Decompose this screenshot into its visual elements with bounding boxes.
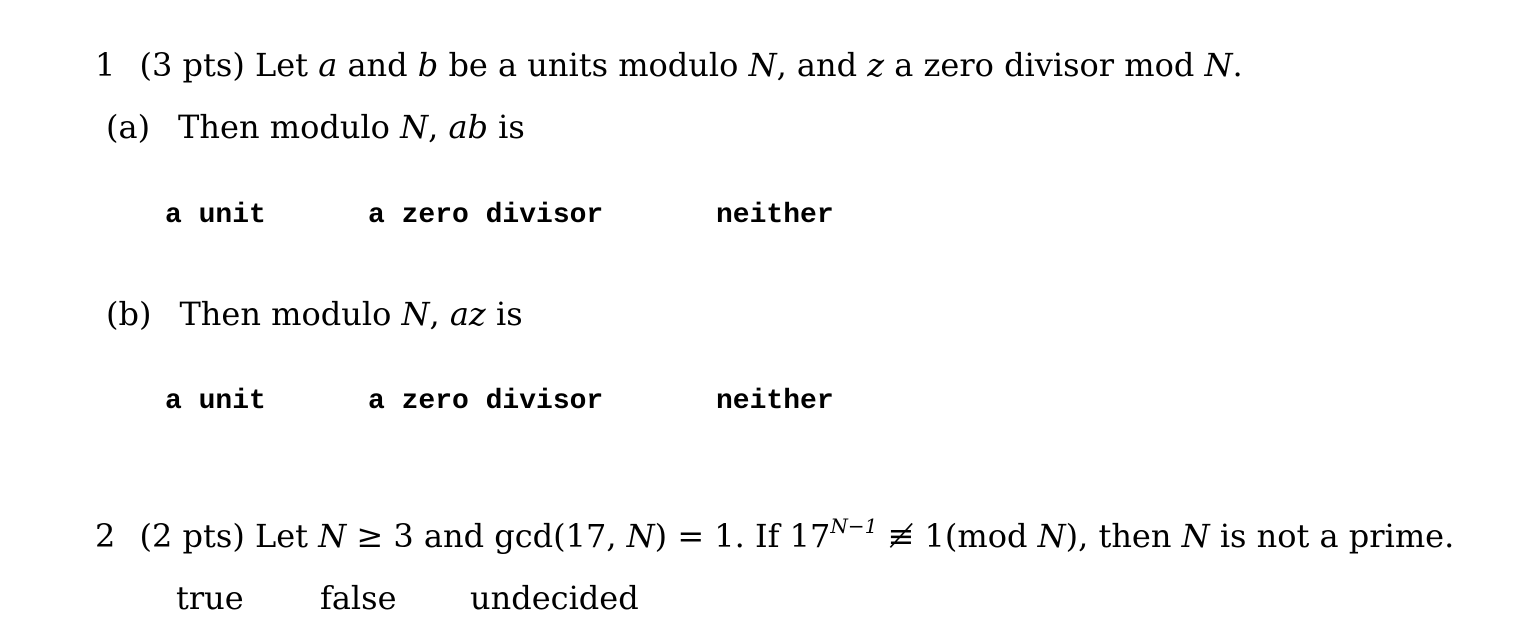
- prompt-text: Then modulo: [179, 295, 402, 333]
- stem-text: ≥ 3 and gcd(17,: [346, 517, 627, 555]
- option-b-unit[interactable]: a unit: [165, 386, 266, 417]
- expr-az: az: [449, 295, 486, 333]
- var-N: N: [318, 517, 347, 555]
- var-N: N: [401, 295, 430, 333]
- expr-ab: ab: [448, 108, 488, 146]
- var-N: N: [626, 517, 655, 555]
- var-N: N: [1037, 517, 1066, 555]
- var-N: N: [1181, 517, 1210, 555]
- question-1-stem: 1 (3 pts) Let a and b be a units modulo …: [95, 45, 1243, 85]
- var-z: z: [867, 46, 885, 84]
- stem-text: a zero divisor mod: [884, 46, 1205, 84]
- option-b-neither[interactable]: neither: [716, 386, 834, 417]
- stem-text: and: [337, 46, 418, 84]
- prompt-text: ,: [428, 108, 449, 146]
- exponent: N−1: [830, 514, 878, 538]
- stem-text: , and: [776, 46, 868, 84]
- prompt-text: Then modulo: [178, 108, 401, 146]
- stem-text: Let: [254, 517, 319, 555]
- stem-text: ), then: [1065, 517, 1182, 555]
- prompt-text: ,: [429, 295, 450, 333]
- stem-text: ≢ 1(mod: [877, 517, 1038, 555]
- stem-text: be a units modulo: [438, 46, 749, 84]
- question-points: (2 pts): [139, 517, 245, 555]
- option-a-zero-divisor[interactable]: a zero divisor: [368, 200, 603, 231]
- var-b: b: [417, 46, 439, 84]
- question-points: (3 pts): [139, 46, 245, 84]
- prompt-text: is: [488, 108, 525, 146]
- question-2-stem: 2 (2 pts) Let N ≥ 3 and gcd(17, N) = 1. …: [95, 516, 1454, 556]
- stem-text: Let: [254, 46, 319, 84]
- option-false[interactable]: false: [320, 578, 397, 618]
- stem-text: is not a prime.: [1209, 517, 1455, 555]
- part-a-prompt: (a) Then modulo N, ab is: [106, 107, 525, 147]
- option-undecided[interactable]: undecided: [470, 578, 639, 618]
- var-N: N: [1204, 46, 1233, 84]
- stem-text: .: [1232, 46, 1243, 84]
- var-N: N: [748, 46, 777, 84]
- option-b-zero-divisor[interactable]: a zero divisor: [368, 386, 603, 417]
- part-label: (a): [106, 108, 151, 146]
- part-b-prompt: (b) Then modulo N, az is: [106, 294, 523, 334]
- part-label: (b): [106, 295, 152, 333]
- option-true[interactable]: true: [176, 578, 244, 618]
- stem-text: ) = 1. If 17: [654, 517, 831, 555]
- var-N: N: [400, 108, 429, 146]
- prompt-text: is: [485, 295, 523, 333]
- option-a-neither[interactable]: neither: [716, 200, 834, 231]
- option-a-unit[interactable]: a unit: [165, 200, 266, 231]
- question-number: 2: [95, 517, 116, 555]
- question-number: 1: [95, 46, 116, 84]
- var-a: a: [318, 46, 338, 84]
